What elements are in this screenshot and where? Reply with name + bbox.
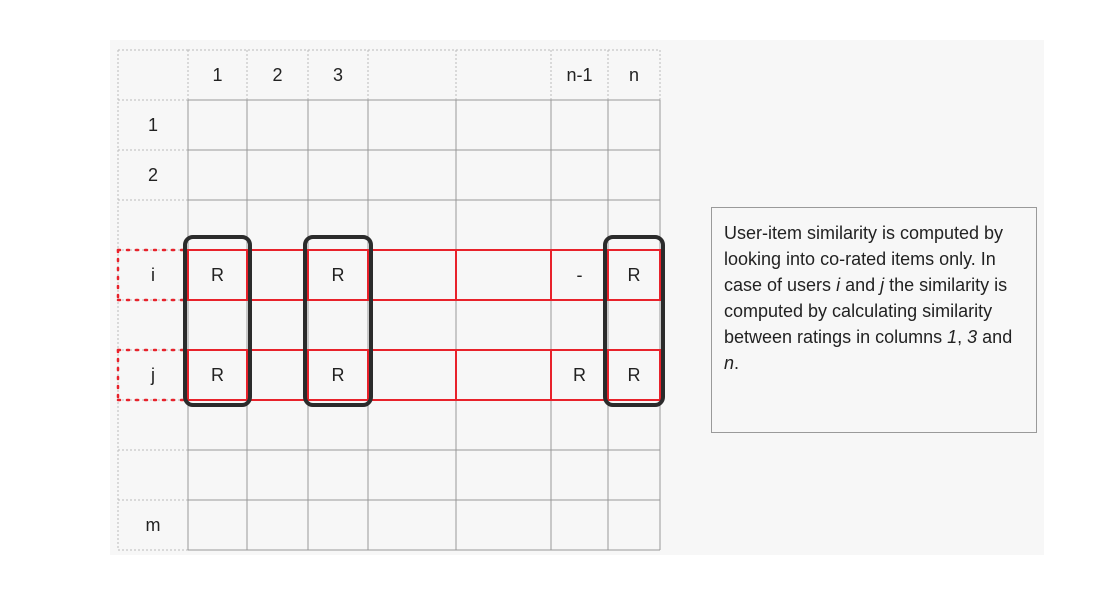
note-text-6: . [734,353,740,373]
note-text-4: , [957,327,968,347]
column-header-label: 2 [272,65,282,85]
note-text-2: and [840,275,881,295]
explanation-note: User-item similarity is computed by look… [711,207,1037,433]
user-row-highlight [187,249,661,301]
rating-cell-value: R [628,365,641,385]
row-header-label: 2 [148,165,158,185]
column-header-label: n-1 [566,65,592,85]
rating-cell-value: R [332,365,345,385]
note-col-c: n [724,353,735,373]
rating-cell-value: R [332,265,345,285]
note-col-b: 3 [967,327,978,347]
row-header-label: 1 [148,115,158,135]
rating-cell-value: - [577,265,583,285]
user-row-highlight [187,349,661,401]
column-header-label: n [629,65,639,85]
note-col-a: 1 [947,327,958,347]
rating-cell-value: R [573,365,586,385]
row-header-label: m [146,515,161,535]
note-text-5: and [977,327,1013,347]
column-header-label: 3 [333,65,343,85]
row-header-label: i [151,265,155,285]
row-header-label: j [150,365,155,385]
rating-cell-value: R [628,265,641,285]
column-header-label: 1 [212,65,222,85]
rating-cell-value: R [211,365,224,385]
rating-cell-value: R [211,265,224,285]
